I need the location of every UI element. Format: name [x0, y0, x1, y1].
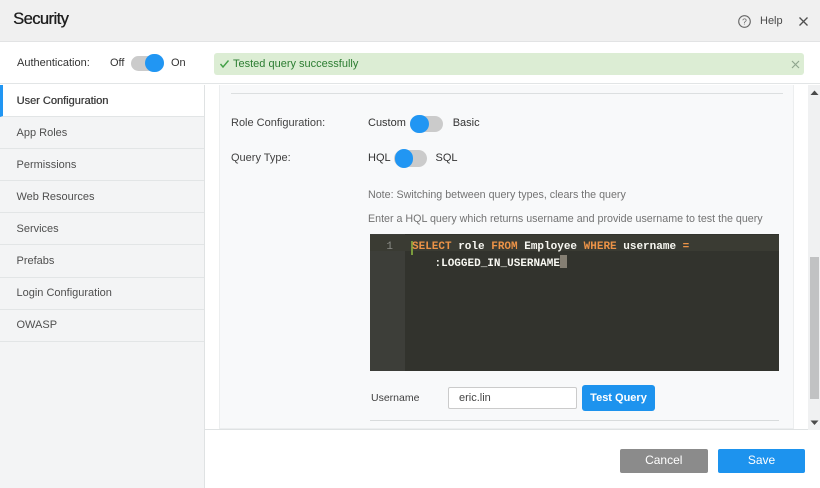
svg-text:?: ?: [742, 17, 747, 27]
